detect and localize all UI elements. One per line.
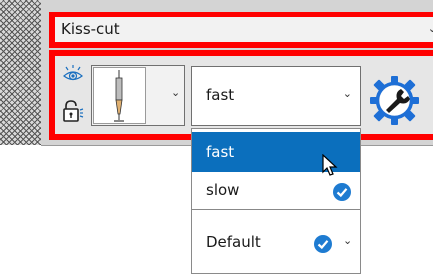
speed-select[interactable]: fast ⌄ bbox=[191, 66, 361, 126]
check-circle-icon bbox=[314, 235, 332, 253]
hatched-margin bbox=[0, 0, 41, 145]
speed-option-label: fast bbox=[206, 143, 235, 161]
mouse-pointer-icon bbox=[322, 153, 338, 182]
unlock-icon[interactable] bbox=[61, 99, 85, 127]
default-speed-select[interactable]: Default ⌄ bbox=[192, 217, 360, 273]
chevron-down-icon: ⌄ bbox=[427, 22, 433, 35]
material-select-value: Kiss-cut bbox=[61, 20, 120, 38]
chevron-down-icon: ⌄ bbox=[342, 87, 352, 100]
speed-option-label: slow bbox=[206, 181, 240, 199]
check-circle-icon bbox=[333, 183, 351, 201]
speed-select-value: fast bbox=[206, 86, 235, 104]
divider bbox=[192, 209, 360, 210]
tool-thumbnail bbox=[93, 67, 146, 124]
eye-icon[interactable] bbox=[62, 64, 84, 88]
speed-dropdown-list: fast slow Default ⌄ bbox=[191, 128, 361, 274]
chevron-down-icon: ⌄ bbox=[171, 86, 181, 99]
chevron-down-icon: ⌄ bbox=[343, 234, 353, 247]
material-select[interactable]: Kiss-cut ⌄ bbox=[55, 17, 433, 42]
default-speed-label: Default bbox=[206, 233, 261, 251]
gear-wrench-icon[interactable] bbox=[366, 72, 423, 129]
